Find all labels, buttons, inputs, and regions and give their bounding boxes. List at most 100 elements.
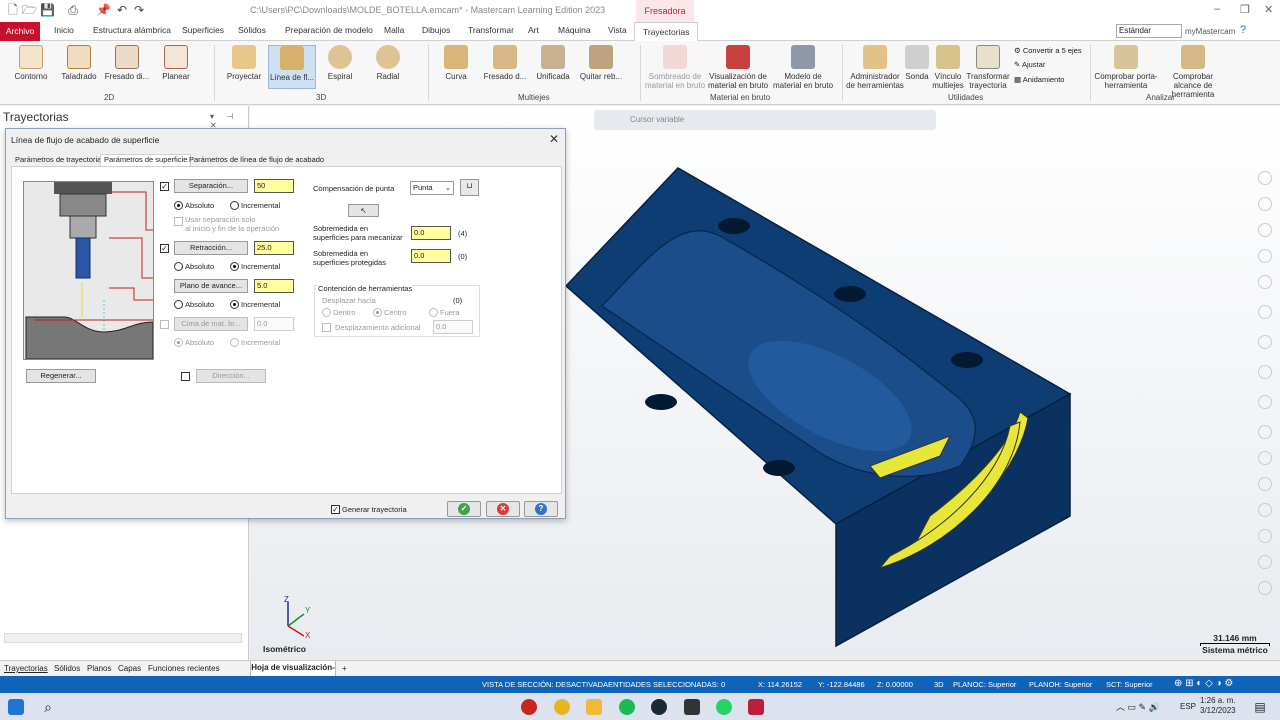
cima-incremental-radio[interactable] (230, 338, 239, 347)
reach-check-button[interactable]: Comprobar alcance de herramienta (1160, 45, 1226, 99)
fuera-radio[interactable] (429, 308, 438, 317)
stock-model-button[interactable]: Modelo de material en bruto (770, 45, 836, 90)
close-icon[interactable]: ✕ (549, 132, 559, 146)
tip-preview-icon[interactable]: ⊔ (460, 179, 479, 196)
view-tool-icon[interactable] (1258, 249, 1272, 263)
proyectar-button[interactable]: Proyectar (222, 45, 266, 81)
mastercam-icon[interactable] (748, 699, 764, 715)
adicional-checkbox[interactable] (322, 323, 331, 332)
tab-preparacion[interactable]: Preparación de modelo (285, 25, 373, 35)
view-tool-icon[interactable] (1258, 365, 1272, 379)
view-tool-icon[interactable] (1258, 503, 1272, 517)
new-file-icon[interactable]: 🗋 (6, 3, 20, 17)
language-indicator[interactable]: ESP (1180, 702, 1196, 711)
btab-capas[interactable]: Capas (118, 664, 141, 673)
ok-button[interactable]: ✓ (447, 501, 481, 517)
view-tool-icon[interactable] (1258, 555, 1272, 569)
unificada-button[interactable]: Unificada (533, 45, 573, 81)
separacion-only-checkbox[interactable] (174, 217, 183, 226)
btab-trayectorias[interactable]: Trayectorias (4, 664, 48, 673)
sheet-tab[interactable]: Hoja de visualización-1 (250, 661, 336, 686)
capcut-icon[interactable] (684, 699, 700, 715)
retraccion-incremental-radio[interactable] (230, 262, 239, 271)
tab-estructura[interactable]: Estructura alámbrica (93, 25, 171, 35)
sobre-prot-input[interactable]: 0.0 (411, 249, 451, 263)
start-icon[interactable] (8, 699, 24, 715)
view-tool-icon[interactable] (1258, 223, 1272, 237)
separacion-input[interactable]: 50 (254, 179, 294, 193)
contorno-button[interactable]: Contorno (10, 45, 52, 81)
add-sheet-icon[interactable]: + (342, 664, 347, 673)
sobre-mec-input[interactable]: 0.0 (411, 226, 451, 240)
section-view-status[interactable]: VISTA DE SECCIÓN: DESACTIVADA (482, 680, 608, 689)
quitar-rebabas-button[interactable]: Quitar reb... (578, 45, 624, 81)
chrome-icon[interactable] (554, 699, 570, 715)
account-label[interactable]: myMastercam (1185, 27, 1235, 36)
separacion-checkbox[interactable]: ✓ (160, 182, 169, 191)
notifications-icon[interactable]: ▤ (1252, 699, 1268, 715)
dentro-radio[interactable] (322, 308, 331, 317)
tplane[interactable]: PLANOH: Superior (1029, 680, 1092, 689)
pin-icon[interactable]: 📌 (96, 3, 111, 17)
cima-checkbox[interactable] (160, 320, 169, 329)
open-icon[interactable]: 🗁 (22, 3, 37, 17)
tab-transformar[interactable]: Transformar (468, 25, 514, 35)
separacion-incremental-radio[interactable] (230, 201, 239, 210)
multiaxis-link-button[interactable]: Vínculo multiejes (930, 45, 966, 90)
adicional-input[interactable]: 0.0 (433, 320, 473, 334)
panel-scrollbar[interactable] (4, 633, 242, 643)
view-tool-icon[interactable] (1258, 451, 1272, 465)
compensacion-select[interactable]: Punta ⌄ (410, 181, 454, 195)
convert-5axis-button[interactable]: ⚙ Convertir a 5 ejes (1014, 47, 1082, 55)
plano-absoluto-radio[interactable] (174, 300, 183, 309)
tab-maquina[interactable]: Máquina (558, 25, 591, 35)
nesting-button[interactable]: ▦ Anidamiento (1014, 76, 1064, 84)
direccion-checkbox[interactable] (181, 372, 190, 381)
clock[interactable]: 1:26 a. m. 3/12/2023 (1200, 696, 1236, 716)
view-tool-icon[interactable] (1258, 477, 1272, 491)
curva-button[interactable]: Curva (436, 45, 476, 81)
planear-button[interactable]: Planear (156, 45, 196, 81)
generar-checkbox[interactable]: ✓ (331, 505, 340, 514)
view-tool-icon[interactable] (1258, 581, 1272, 595)
view-tool-icon[interactable] (1258, 529, 1272, 543)
tab-inicio[interactable]: Inicio (54, 25, 74, 35)
view-tool-icon[interactable] (1258, 171, 1272, 185)
search-icon[interactable]: ⌕ (40, 699, 56, 715)
stock-display-button[interactable]: Visualización de material en bruto (706, 45, 770, 90)
help-icon[interactable]: ? (1240, 24, 1246, 36)
tab-dibujos[interactable]: Dibujos (422, 25, 450, 35)
view-tool-icon[interactable] (1258, 335, 1272, 349)
retraccion-button[interactable]: Retracción... (174, 241, 248, 255)
tab-superficies[interactable]: Superficies (182, 25, 224, 35)
btab-planos[interactable]: Planos (87, 664, 111, 673)
tray-icons[interactable]: ︿ ▭ ✎ 🔊 (1116, 700, 1160, 713)
view-tool-icon[interactable] (1258, 305, 1272, 319)
tool-manager-button[interactable]: Administrador de herramientas (846, 45, 904, 90)
cima-absoluto-radio[interactable] (174, 338, 183, 347)
tab-archivo[interactable]: Archivo (0, 22, 40, 41)
restore-icon[interactable]: ❐ (1240, 3, 1250, 16)
help-button[interactable]: ? (524, 501, 558, 517)
steam-icon[interactable] (651, 699, 667, 715)
probe-button[interactable]: Sonda (904, 45, 930, 81)
separacion-absoluto-radio[interactable] (174, 201, 183, 210)
btab-funciones[interactable]: Funciones recientes (148, 664, 220, 673)
close-icon[interactable]: ✕ (1264, 3, 1273, 16)
plano-incremental-radio[interactable] (230, 300, 239, 309)
tab-malla[interactable]: Malla (384, 25, 404, 35)
fresado-multi-button[interactable]: Fresado d... (483, 45, 527, 81)
transform-toolpath-button[interactable]: Transformar trayectoria (966, 45, 1010, 90)
view-tool-icon[interactable] (1258, 275, 1272, 289)
plano-avance-button[interactable]: Plano de avance... (174, 279, 248, 293)
tab-vista[interactable]: Vista (608, 25, 627, 35)
view-tool-icon[interactable] (1258, 395, 1272, 409)
spotify-icon[interactable] (619, 699, 635, 715)
espiral-button[interactable]: Espiral (320, 45, 360, 81)
linea-flujo-button[interactable]: Línea de fl... (268, 45, 316, 89)
cima-input[interactable]: 0.0 (254, 317, 294, 331)
cplane[interactable]: PLANOC: Superior (953, 680, 1016, 689)
regenerar-button[interactable]: Regenerar... (26, 369, 96, 383)
tab-trayectorias[interactable]: Trayectorias (634, 22, 699, 41)
retraccion-input[interactable]: 25.0 (254, 241, 294, 255)
